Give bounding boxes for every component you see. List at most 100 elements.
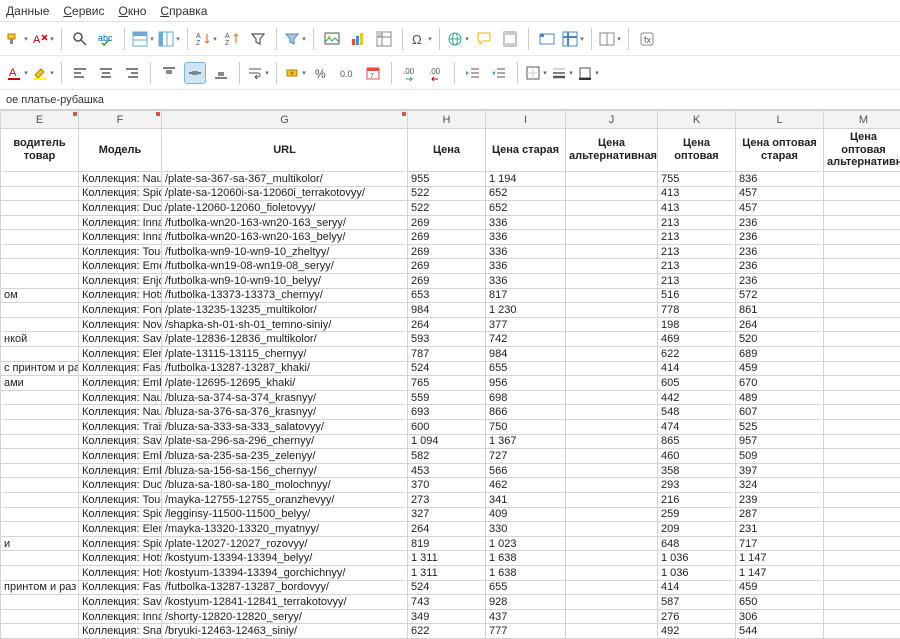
cell-h[interactable]: 269	[408, 230, 486, 245]
cell-m[interactable]	[824, 420, 900, 435]
cell-l[interactable]: 520	[736, 332, 824, 347]
cell-m[interactable]	[824, 449, 900, 464]
cell-j[interactable]	[566, 551, 658, 566]
cell-h[interactable]: 524	[408, 580, 486, 595]
cell-f[interactable]: Коллекция: Embr	[79, 463, 162, 478]
cell-e[interactable]: и	[1, 536, 79, 551]
cell-m[interactable]	[824, 580, 900, 595]
cell-j[interactable]	[566, 201, 658, 216]
cell-f[interactable]: Коллекция: Embr	[79, 449, 162, 464]
cell-h[interactable]: 1 311	[408, 551, 486, 566]
table-row[interactable]: Коллекция: Snaz/bryuki-12463-12463_siniy…	[1, 624, 900, 639]
table-row[interactable]: Коллекция: Duch/plate-12060-12060_fiolet…	[1, 201, 900, 216]
cell-e[interactable]	[1, 230, 79, 245]
cell-f[interactable]: Коллекция: Naug	[79, 390, 162, 405]
table-row[interactable]: нкойКоллекция: Savo/plate-12836-12836_mu…	[1, 332, 900, 347]
pivot-icon[interactable]	[373, 28, 395, 50]
align-left-icon[interactable]	[69, 62, 91, 84]
table-row[interactable]: Коллекция: Spicy/plate-sa-12060i-sa-1206…	[1, 186, 900, 201]
table-row[interactable]: Коллекция: Naug/bluza-sa-374-sa-374_kras…	[1, 390, 900, 405]
cell-f[interactable]: Коллекция: Elem	[79, 522, 162, 537]
cell-g[interactable]: /plate-sa-367-sa-367_multikolor/	[162, 171, 408, 186]
cell-k[interactable]: 216	[658, 492, 736, 507]
table-row[interactable]: Коллекция: Elem/mayka-13320-13320_myatny…	[1, 522, 900, 537]
table-row[interactable]: Коллекция: Hots/kostyum-13394-13394_gorc…	[1, 565, 900, 580]
cell-m[interactable]	[824, 522, 900, 537]
spellcheck-icon[interactable]: abc	[95, 28, 117, 50]
cell-k[interactable]: 605	[658, 376, 736, 391]
cell-g[interactable]: /futbolka-wn9-10-wn9-10_belyy/	[162, 274, 408, 289]
cell-g[interactable]: /bluza-sa-376-sa-376_krasnyy/	[162, 405, 408, 420]
cell-m[interactable]	[824, 507, 900, 522]
cell-j[interactable]	[566, 376, 658, 391]
increase-indent-icon[interactable]	[462, 62, 484, 84]
cell-g[interactable]: /bluza-sa-180-sa-180_molochnyy/	[162, 478, 408, 493]
cell-l[interactable]: 236	[736, 259, 824, 274]
cell-i[interactable]: 742	[486, 332, 566, 347]
table-row[interactable]: Коллекция: Embr/bluza-sa-156-sa-156_cher…	[1, 463, 900, 478]
cell-k[interactable]: 213	[658, 274, 736, 289]
cell-k[interactable]: 755	[658, 171, 736, 186]
cell-h[interactable]: 264	[408, 522, 486, 537]
cell-f[interactable]: Коллекция: Spicy	[79, 507, 162, 522]
cell-m[interactable]	[824, 551, 900, 566]
cell-f[interactable]: Коллекция: Snaz	[79, 624, 162, 639]
cell-i[interactable]: 566	[486, 463, 566, 478]
define-range-icon[interactable]	[536, 28, 558, 50]
row-icon[interactable]	[132, 28, 154, 50]
cell-f[interactable]: Коллекция: Nove	[79, 317, 162, 332]
cell-m[interactable]	[824, 288, 900, 303]
cell-e[interactable]	[1, 259, 79, 274]
table-row[interactable]: Коллекция: Naug/bluza-sa-376-sa-376_kras…	[1, 405, 900, 420]
cell-l[interactable]: 489	[736, 390, 824, 405]
cell-i[interactable]: 336	[486, 230, 566, 245]
cell-k[interactable]: 460	[658, 449, 736, 464]
cell-e[interactable]	[1, 215, 79, 230]
hdr-price-alt[interactable]: Цена альтернативная	[566, 129, 658, 172]
cell-l[interactable]: 459	[736, 580, 824, 595]
cell-h[interactable]: 1 094	[408, 434, 486, 449]
cell-m[interactable]	[824, 244, 900, 259]
sort-asc-icon[interactable]: AZ	[195, 28, 217, 50]
hdr-producer[interactable]: водитель товар	[1, 129, 79, 172]
cell-m[interactable]	[824, 201, 900, 216]
cell-h[interactable]: 600	[408, 420, 486, 435]
column-letters-row[interactable]: E F G H I J K L M	[1, 111, 900, 129]
find-icon[interactable]	[69, 28, 91, 50]
cell-g[interactable]: /shorty-12820-12820_seryy/	[162, 609, 408, 624]
cell-j[interactable]	[566, 288, 658, 303]
cell-h[interactable]: 693	[408, 405, 486, 420]
cell-h[interactable]: 984	[408, 303, 486, 318]
cell-g[interactable]: /bluza-sa-156-sa-156_chernyy/	[162, 463, 408, 478]
cell-l[interactable]: 457	[736, 186, 824, 201]
cell-g[interactable]: /futbolka-13287-13287_khaki/	[162, 361, 408, 376]
cell-k[interactable]: 1 036	[658, 565, 736, 580]
cell-e[interactable]	[1, 463, 79, 478]
table-row[interactable]: принтом и разКоллекция: Fash/futbolka-13…	[1, 580, 900, 595]
cell-k[interactable]: 213	[658, 230, 736, 245]
cell-l[interactable]: 544	[736, 624, 824, 639]
cell-h[interactable]: 327	[408, 507, 486, 522]
cell-g[interactable]: /kostyum-12841-12841_terrakotovyy/	[162, 595, 408, 610]
cell-l[interactable]: 264	[736, 317, 824, 332]
add-decimal-icon[interactable]: .00	[399, 62, 421, 84]
cell-i[interactable]: 336	[486, 244, 566, 259]
align-center-icon[interactable]	[95, 62, 117, 84]
menu-help[interactable]: Справка	[160, 4, 207, 18]
cell-k[interactable]: 209	[658, 522, 736, 537]
cell-j[interactable]	[566, 171, 658, 186]
cell-f[interactable]: Коллекция: Naug	[79, 171, 162, 186]
cell-e[interactable]	[1, 624, 79, 639]
table-row[interactable]: Коллекция: Trail/bluza-sa-333-sa-333_sal…	[1, 420, 900, 435]
cell-e[interactable]: нкой	[1, 332, 79, 347]
hdr-model[interactable]: Модель	[79, 129, 162, 172]
cell-j[interactable]	[566, 317, 658, 332]
cell-i[interactable]: 377	[486, 317, 566, 332]
cell-i[interactable]: 698	[486, 390, 566, 405]
menu-service[interactable]: Сервис	[63, 4, 104, 18]
cell-g[interactable]: /mayka-12755-12755_oranzhevyy/	[162, 492, 408, 507]
cell-i[interactable]: 652	[486, 201, 566, 216]
cell-e[interactable]	[1, 595, 79, 610]
cell-l[interactable]: 306	[736, 609, 824, 624]
cell-l[interactable]: 287	[736, 507, 824, 522]
